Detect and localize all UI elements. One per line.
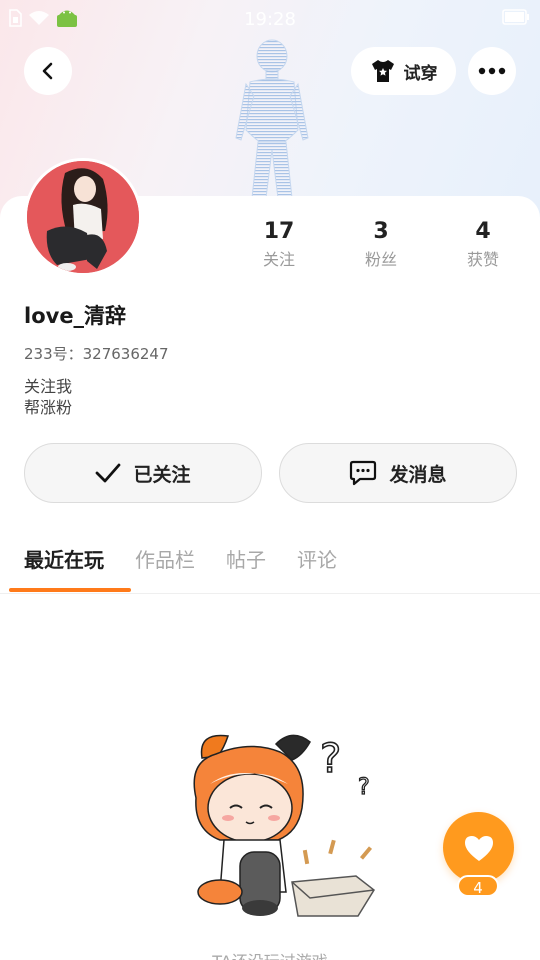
tab-recently-played[interactable]: 最近在玩 (24, 546, 104, 574)
profile-tabs: 最近在玩 作品栏 帖子 评论 (24, 546, 337, 574)
stat-likes[interactable]: 4 获赞 (432, 216, 534, 272)
active-tab-indicator (9, 588, 131, 592)
message-button[interactable]: 发消息 (279, 443, 517, 503)
stat-label: 粉丝 (364, 250, 397, 269)
avatar-hologram-figure (235, 39, 309, 198)
battery-icon (502, 9, 529, 25)
bio: 关注我 帮涨粉 (24, 376, 72, 418)
svg-text:?: ? (358, 775, 370, 800)
status-time: 19:28 (244, 9, 296, 30)
message-label: 发消息 (389, 463, 447, 486)
more-button[interactable] (468, 47, 516, 95)
stat-value: 4 (475, 219, 491, 244)
back-button[interactable] (24, 47, 72, 95)
check-icon (96, 463, 121, 483)
empty-state-text: TA还没玩过游戏 (0, 948, 540, 960)
try-on-label: 试穿 (403, 63, 438, 84)
tab-works[interactable]: 作品栏 (135, 546, 195, 574)
avatar-illustration (27, 161, 139, 273)
user-id: 233号：327636247 (24, 345, 169, 363)
follow-label: 已关注 (133, 463, 191, 486)
tab-comments[interactable]: 评论 (297, 546, 337, 574)
follow-button[interactable]: 已关注 (24, 443, 262, 503)
status-bar: 19:28 (0, 0, 540, 40)
avatar[interactable] (24, 158, 142, 276)
chat-bubble-icon (350, 460, 377, 486)
stat-value: 17 (263, 219, 295, 244)
username: love_清辞 (24, 304, 127, 328)
like-button[interactable] (443, 812, 514, 883)
tab-divider (0, 593, 540, 594)
shirt-icon (371, 60, 394, 82)
stat-label: 获赞 (466, 250, 499, 269)
more-dots-icon (478, 67, 506, 75)
empty-state-illustration: ? ? (193, 734, 375, 917)
heart-icon (464, 835, 493, 861)
tab-posts[interactable]: 帖子 (226, 546, 266, 574)
stat-value: 3 (373, 219, 389, 244)
stat-followers[interactable]: 3 粉丝 (330, 216, 432, 272)
stat-following[interactable]: 17 关注 (228, 216, 330, 272)
chevron-left-icon (42, 62, 53, 80)
stat-label: 关注 (262, 250, 295, 269)
svg-text:?: ? (320, 736, 341, 782)
try-on-button[interactable]: 试穿 (351, 47, 456, 95)
like-count-badge: 4 (457, 875, 499, 897)
bio-line: 关注我 (24, 377, 73, 396)
profile-stats: 17 关注 3 粉丝 4 获赞 (228, 216, 534, 272)
bio-line: 帮涨粉 (24, 398, 73, 417)
